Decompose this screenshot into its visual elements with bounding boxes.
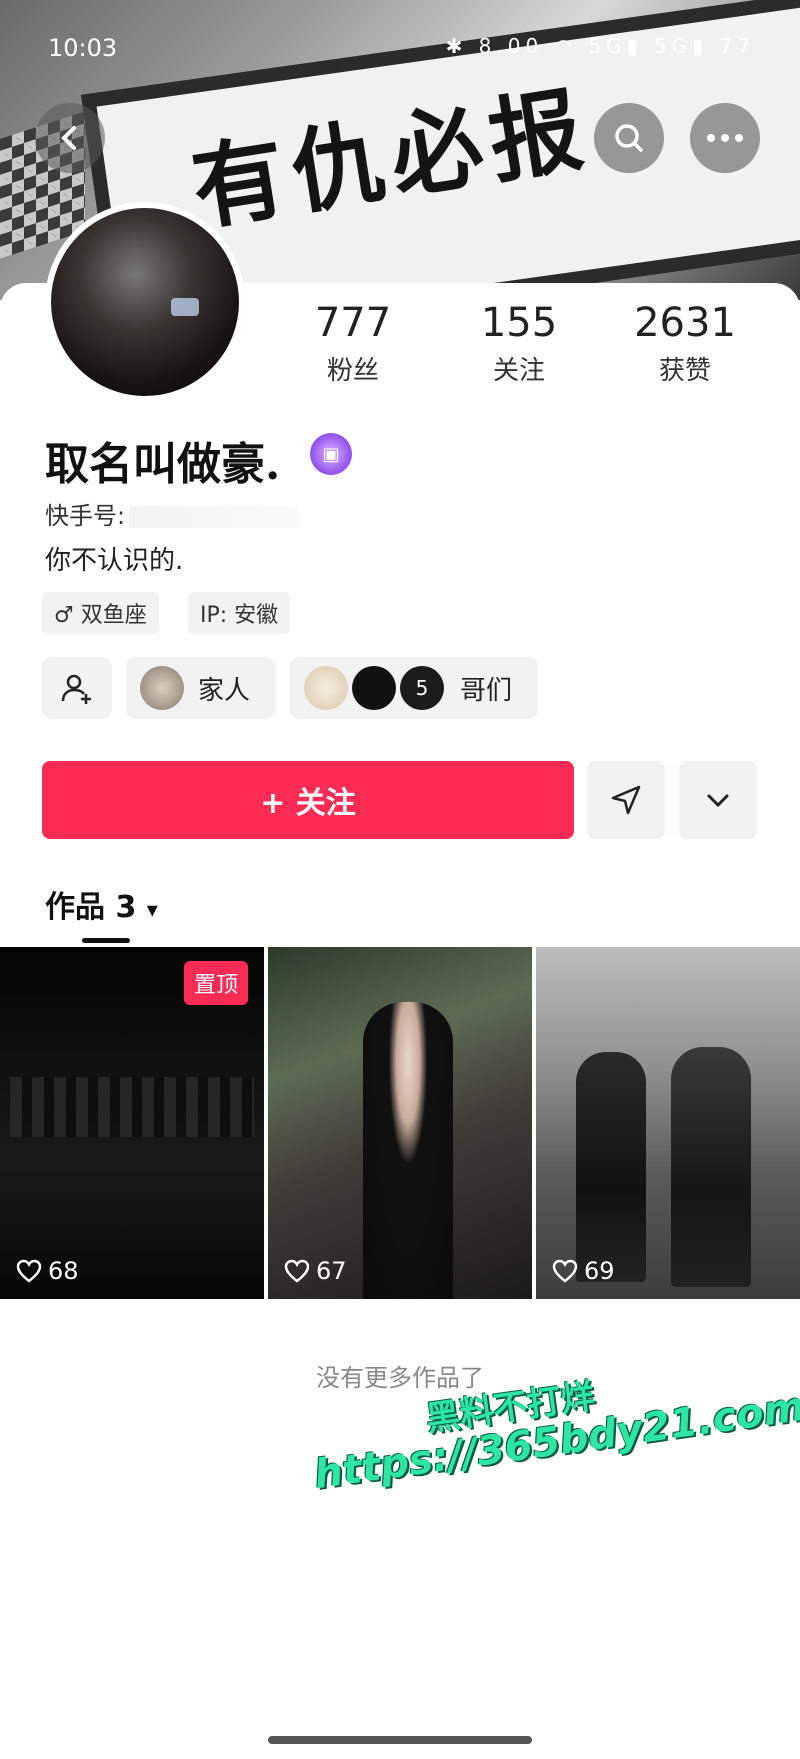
- post-thumbnail[interactable]: 69: [536, 947, 800, 1299]
- like-count: 69: [552, 1257, 615, 1285]
- tag-zodiac: ♂ 双鱼座: [42, 592, 159, 634]
- heart-icon: [552, 1259, 578, 1283]
- pinned-badge: 置顶: [183, 961, 248, 1005]
- heart-icon: [284, 1259, 310, 1283]
- stat-following[interactable]: 155 关注: [436, 300, 602, 387]
- like-count-value: 69: [584, 1257, 615, 1285]
- add-user-icon: [61, 674, 91, 704]
- search-icon: [615, 124, 643, 152]
- photo-person: [363, 1002, 453, 1299]
- kuaishou-id-value-blurred: [129, 506, 300, 528]
- tab-indicator: [82, 938, 130, 943]
- chevron-down-icon: [707, 794, 729, 808]
- more-options-button[interactable]: [679, 761, 757, 839]
- kuaishou-id-label: 快手号:: [45, 502, 126, 530]
- add-friend-button[interactable]: [42, 657, 112, 719]
- stat-value: 2631: [634, 300, 736, 346]
- bros-group[interactable]: 5 哥们: [290, 657, 538, 719]
- stat-label: 关注: [492, 356, 545, 386]
- status-time: 10:03: [48, 34, 118, 62]
- family-avatar: [140, 666, 184, 710]
- family-label: 家人: [198, 675, 251, 706]
- bro-avatar: [352, 666, 396, 710]
- profile-name: 取名叫做豪.: [45, 439, 281, 490]
- photo-figures: [10, 1077, 254, 1137]
- photo-person: [671, 1047, 751, 1287]
- like-count-value: 68: [48, 1257, 79, 1285]
- home-indicator[interactable]: [268, 1736, 532, 1744]
- send-icon: [611, 785, 641, 815]
- back-button[interactable]: [35, 103, 105, 173]
- stat-label: 粉丝: [326, 356, 379, 386]
- like-count: 68: [16, 1257, 79, 1285]
- bro-count: 5: [400, 666, 444, 710]
- tag-ip-location: IP: 安徽: [188, 592, 291, 634]
- stat-label: 获赞: [658, 356, 711, 386]
- stat-value: 155: [480, 300, 558, 346]
- status-icons: ✱ 8.00 ◠ 5G▮ 5G▮ 77: [445, 34, 755, 58]
- search-button[interactable]: [594, 103, 664, 173]
- more-button[interactable]: [690, 103, 760, 173]
- post-thumbnail[interactable]: 67: [268, 947, 532, 1299]
- profile-bio: 你不认识的.: [45, 546, 184, 576]
- works-title: 作品 3: [45, 890, 137, 925]
- status-bar: 10:03 ✱ 8.00 ◠ 5G▮ 5G▮ 77: [0, 30, 800, 70]
- chevron-left-icon: [61, 126, 76, 150]
- caret-down-icon: ▾: [146, 898, 158, 923]
- post-thumbnail[interactable]: 置顶 68: [0, 947, 264, 1299]
- share-button[interactable]: [587, 761, 665, 839]
- photo-person: [576, 1052, 646, 1282]
- vip-badge-icon[interactable]: ▣: [310, 433, 352, 475]
- like-count: 67: [284, 1257, 347, 1285]
- stat-followers[interactable]: 777 粉丝: [270, 300, 436, 387]
- more-icon: [707, 134, 743, 142]
- follow-button[interactable]: + 关注: [42, 761, 574, 839]
- kuaishou-id: 快手号:: [45, 496, 300, 531]
- tab-works[interactable]: 作品 3 ▾: [45, 882, 158, 926]
- avatar[interactable]: [45, 202, 245, 402]
- like-count-value: 67: [316, 1257, 347, 1285]
- stat-value: 777: [314, 300, 392, 346]
- profile-stats: 777 粉丝 155 关注 2631 获赞: [270, 300, 770, 387]
- heart-icon: [16, 1259, 42, 1283]
- no-more-works-text: 没有更多作品了: [316, 1364, 484, 1392]
- family-group[interactable]: 家人: [126, 657, 276, 719]
- stat-likes[interactable]: 2631 获赞: [602, 300, 768, 387]
- bros-label: 哥们: [460, 675, 513, 706]
- bro-avatar: [304, 666, 348, 710]
